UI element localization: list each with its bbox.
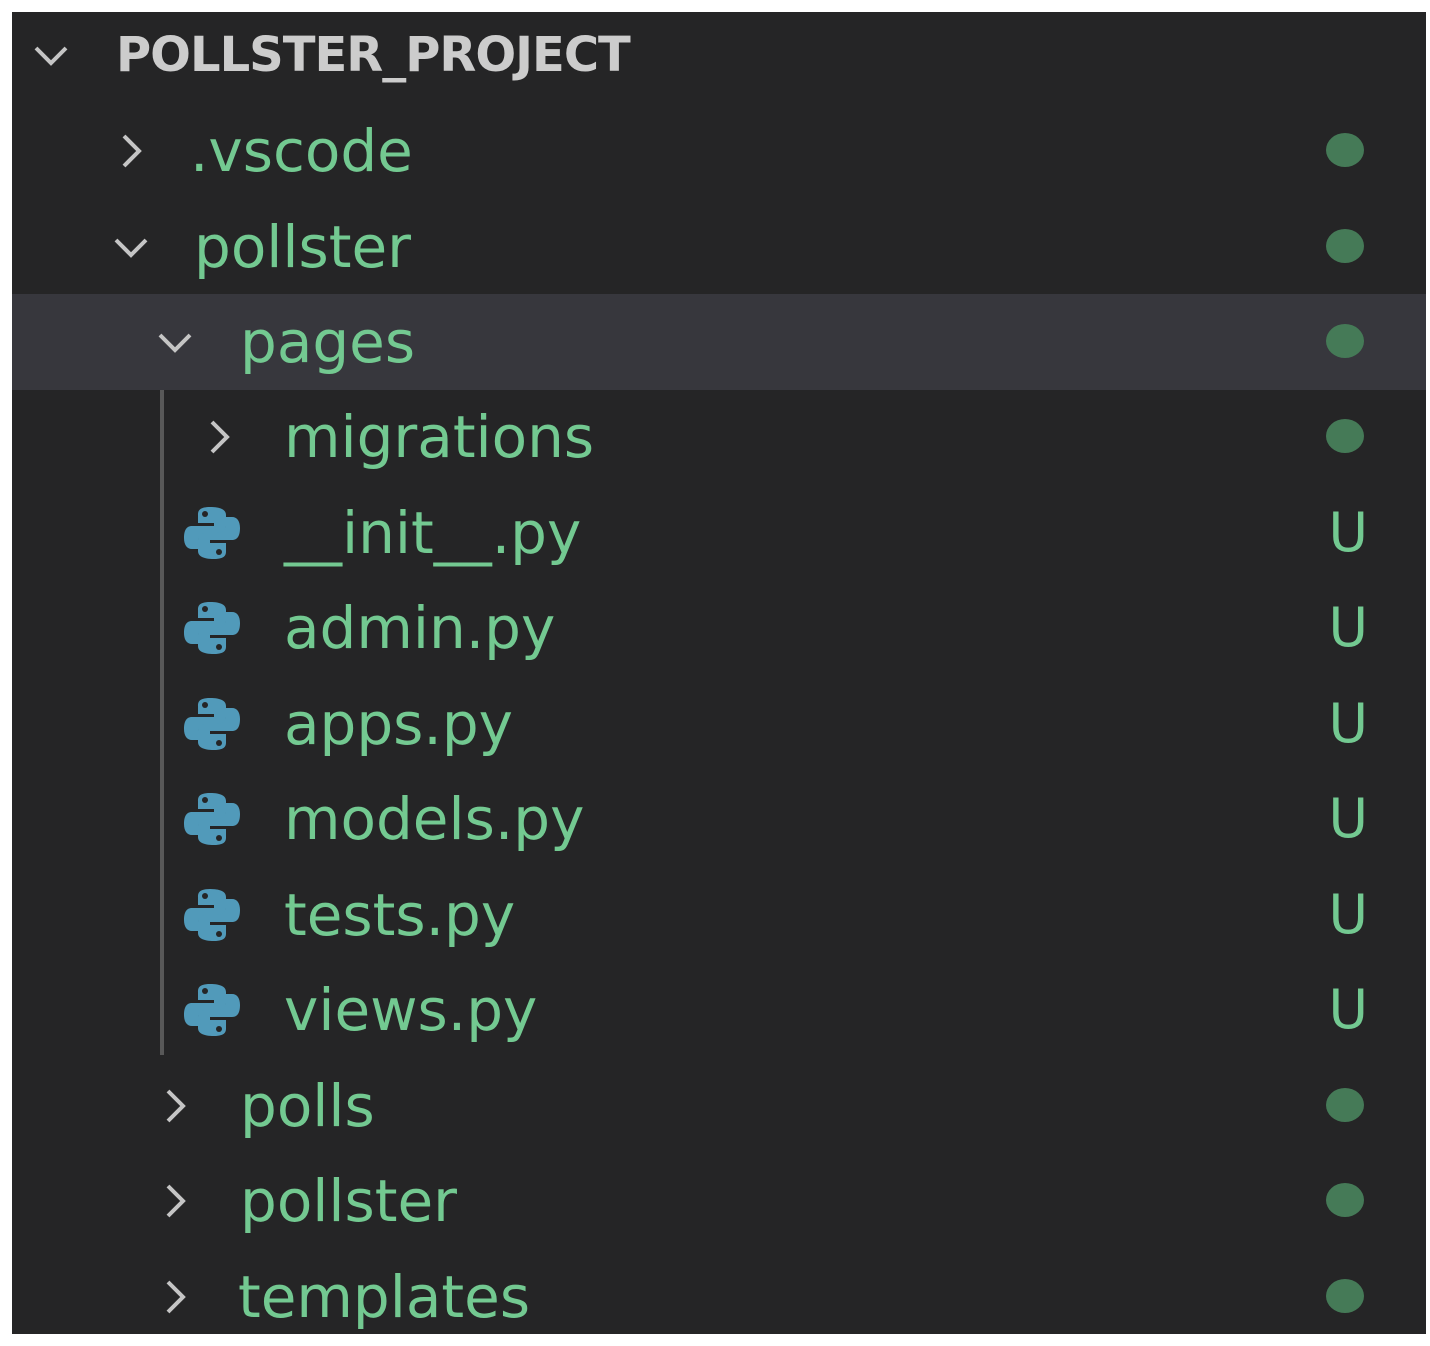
chevron-down-icon[interactable] [28, 32, 74, 78]
tree-item-models-py[interactable]: models.py U [12, 771, 1426, 867]
untracked-badge: U [1328, 692, 1368, 755]
untracked-badge: U [1328, 596, 1368, 659]
untracked-badge: U [1328, 883, 1368, 946]
git-status-dot [1326, 133, 1364, 167]
python-file-icon [180, 596, 244, 660]
tree-item-label: polls [240, 1072, 375, 1140]
chevron-right-icon[interactable] [152, 1083, 198, 1129]
tree-item-views-py[interactable]: views.py U [12, 962, 1426, 1058]
tree-item-label: .vscode [190, 117, 413, 185]
tree-item-label: templates [238, 1263, 531, 1331]
git-status-dot [1326, 1088, 1364, 1122]
untracked-badge: U [1328, 501, 1368, 564]
explorer-root-row[interactable]: POLLSTER_PROJECT [12, 12, 1426, 103]
git-status-dot [1326, 419, 1364, 453]
python-file-icon [180, 883, 244, 947]
tree-item-migrations[interactable]: migrations [12, 389, 1426, 485]
tree-item-label: pollster [194, 213, 412, 281]
python-file-icon [180, 787, 244, 851]
tree-item-admin-py[interactable]: admin.py U [12, 580, 1426, 676]
python-file-icon [180, 692, 244, 756]
git-status-dot [1326, 1183, 1364, 1217]
tree-item-label: pages [240, 308, 416, 376]
tree-item-pages[interactable]: pages [12, 294, 1426, 390]
explorer-panel: POLLSTER_PROJECT .vscode pollster pages … [12, 12, 1426, 1334]
chevron-right-icon[interactable] [196, 414, 242, 460]
chevron-right-icon[interactable] [152, 1178, 198, 1224]
tree-item-polls[interactable]: polls [12, 1058, 1426, 1154]
tree-item-templates[interactable]: templates [12, 1249, 1426, 1334]
chevron-right-icon[interactable] [108, 128, 154, 174]
python-file-icon [180, 501, 244, 565]
git-status-dot [1326, 229, 1364, 263]
chevron-right-icon[interactable] [152, 1274, 198, 1320]
chevron-down-icon[interactable] [152, 319, 198, 365]
tree-item-apps-py[interactable]: apps.py U [12, 676, 1426, 772]
tree-item-label: admin.py [284, 594, 556, 662]
tree-item-label: apps.py [284, 690, 513, 758]
tree-item-pollster[interactable]: pollster [12, 199, 1426, 295]
untracked-badge: U [1328, 978, 1368, 1041]
python-file-icon [180, 978, 244, 1042]
tree-item-label: pollster [240, 1167, 458, 1235]
tree-item-label: views.py [284, 976, 538, 1044]
tree-item-pollster-inner[interactable]: pollster [12, 1153, 1426, 1249]
tree-item-label: models.py [284, 785, 585, 853]
tree-item-tests-py[interactable]: tests.py U [12, 867, 1426, 963]
tree-item-init-py[interactable]: __init__.py U [12, 485, 1426, 581]
tree-item-label: __init__.py [284, 499, 582, 567]
explorer-root-label: POLLSTER_PROJECT [116, 27, 631, 83]
untracked-badge: U [1328, 787, 1368, 850]
tree-item-label: migrations [284, 403, 595, 471]
git-status-dot [1326, 324, 1364, 358]
git-status-dot [1326, 1279, 1364, 1313]
chevron-down-icon[interactable] [108, 224, 154, 270]
tree-item-label: tests.py [284, 881, 516, 949]
tree-item-vscode[interactable]: .vscode [12, 103, 1426, 199]
